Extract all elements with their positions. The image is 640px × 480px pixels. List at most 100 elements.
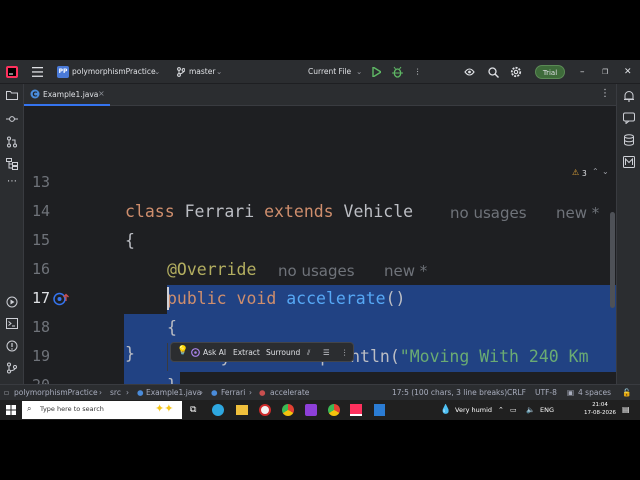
usages-hint[interactable]: no usages: [278, 262, 355, 280]
lightbulb-icon[interactable]: 💡: [177, 346, 188, 356]
method-name: accelerate: [286, 289, 386, 308]
weather-text[interactable]: Very humid: [455, 400, 492, 420]
git-icon[interactable]: [6, 362, 18, 374]
class-icon: ●: [211, 388, 218, 397]
volume-icon[interactable]: 🔈: [526, 400, 535, 420]
more-actions-icon[interactable]: ⋮: [341, 348, 349, 357]
search-icon[interactable]: [488, 67, 499, 78]
chevron-up-icon[interactable]: ⌃: [592, 167, 599, 176]
branch-name: master: [189, 67, 216, 76]
format-icon[interactable]: ☰: [323, 348, 330, 357]
word-icon[interactable]: [374, 404, 385, 416]
close-window-icon[interactable]: ✕: [624, 60, 632, 84]
ask-ai-button[interactable]: Ask AI: [203, 348, 226, 357]
windows-taskbar: ⌕ Type here to search ✦✦ ⧉ 💧 Very humid …: [0, 400, 640, 420]
notification-center-icon[interactable]: ▤: [622, 400, 630, 420]
intellij-taskbar-icon[interactable]: [350, 404, 362, 416]
app-icon[interactable]: [305, 404, 317, 416]
project-badge: PP: [57, 66, 69, 78]
line-number: 15: [31, 231, 50, 249]
author-hint[interactable]: new *: [384, 262, 427, 280]
clock-date: 17-08-2026: [584, 410, 616, 416]
windows-start-icon[interactable]: [6, 405, 16, 415]
method-icon: ●: [259, 388, 266, 397]
intellij-logo-icon[interactable]: [6, 66, 18, 78]
run-icon[interactable]: [372, 67, 381, 77]
edge-browser-icon[interactable]: [212, 404, 224, 416]
ai-assistant-icon[interactable]: [464, 67, 475, 77]
settings-gear-icon[interactable]: [510, 66, 522, 78]
project-folder-icon[interactable]: [6, 90, 18, 100]
indent-setting[interactable]: 4 spaces: [578, 388, 611, 397]
obs-studio-icon[interactable]: [259, 404, 271, 416]
maven-icon[interactable]: [623, 156, 635, 168]
language-indicator[interactable]: ENG: [540, 400, 554, 420]
commit-icon[interactable]: [6, 114, 18, 124]
minimize-icon[interactable]: –: [580, 60, 585, 84]
tab-actions-icon[interactable]: ⋮: [600, 88, 610, 99]
more-tools-icon[interactable]: ⋯: [7, 176, 17, 187]
tab-close-icon[interactable]: ×: [98, 89, 105, 98]
editor-scrollbar[interactable]: [610, 212, 615, 308]
code-line-21: }: [125, 344, 135, 363]
breadcrumb-class[interactable]: Ferrari: [221, 388, 245, 397]
pull-requests-icon[interactable]: [6, 136, 18, 148]
floating-toolbar: 💡 Ask AI Extract Surround ⫽ ☰ ⋮: [170, 342, 354, 362]
ai-chat-icon[interactable]: [623, 112, 635, 124]
structure-icon[interactable]: [6, 158, 18, 170]
problems-icon[interactable]: [6, 340, 18, 352]
extract-button[interactable]: Extract: [233, 348, 260, 357]
chrome-icon[interactable]: [282, 404, 294, 416]
surround-button[interactable]: Surround: [266, 348, 300, 357]
restore-icon[interactable]: ❐: [602, 60, 608, 84]
task-view-icon[interactable]: ⧉: [190, 400, 196, 420]
trial-badge[interactable]: Trial: [535, 65, 565, 79]
line-separator[interactable]: CRLF: [507, 388, 526, 397]
breadcrumb-project[interactable]: polymorphismPractice: [14, 388, 98, 397]
line-number: 19: [31, 347, 50, 365]
author-hint[interactable]: new *: [556, 204, 599, 222]
title-bar: PP polymorphismPractice ⌄ master ⌄ Curre…: [0, 60, 640, 84]
main-menu-icon[interactable]: [32, 67, 43, 77]
breadcrumb-method[interactable]: accelerate: [270, 388, 309, 397]
file-encoding[interactable]: UTF-8: [535, 388, 557, 397]
run-config-label: Current File: [308, 67, 352, 76]
debug-icon[interactable]: [392, 66, 403, 78]
chrome-icon[interactable]: [328, 404, 340, 416]
caret-position[interactable]: 17:5 (100 chars, 3 line breaks): [392, 388, 507, 397]
breadcrumb-src[interactable]: src: [110, 388, 121, 397]
clock-time: 21:04: [592, 402, 608, 408]
usages-hint[interactable]: no usages: [450, 204, 527, 222]
code-line-14: class Ferrari extends Vehicle: [125, 202, 413, 221]
project-widget[interactable]: PP polymorphismPractice ⌄: [56, 60, 166, 84]
svg-text:C: C: [32, 91, 37, 99]
run-tool-icon[interactable]: [6, 296, 18, 308]
class-name: Ferrari: [174, 202, 265, 221]
vcs-branch-widget[interactable]: master ⌄: [177, 60, 227, 84]
search-icon: ⌕: [27, 404, 32, 413]
breadcrumb-file[interactable]: Example1.java: [146, 388, 201, 397]
run-config-dropdown[interactable]: Current File ⌄: [308, 60, 364, 84]
clock[interactable]: 21:04 17-08-2026: [583, 401, 617, 419]
notifications-icon[interactable]: [623, 90, 635, 102]
chevron-down-icon[interactable]: ⌄: [602, 167, 609, 176]
inspection-widget[interactable]: ⚠ 3 ⌃ ⌄: [572, 167, 612, 182]
comment-icon[interactable]: ⫽: [307, 348, 310, 358]
code-line-15: {: [125, 231, 135, 250]
terminal-icon[interactable]: [6, 318, 18, 329]
tab-example1-java[interactable]: C Example1.java ×: [24, 84, 110, 106]
line-number: 20: [24, 376, 50, 384]
left-tool-strip: ⋯: [0, 84, 24, 384]
database-icon[interactable]: [623, 134, 635, 146]
taskbar-search-box[interactable]: ⌕ Type here to search ✦✦: [22, 401, 182, 419]
ai-sparkle-icon: [191, 348, 200, 357]
file-explorer-icon[interactable]: [236, 405, 248, 415]
readonly-lock-icon[interactable]: 🔓: [622, 388, 631, 397]
network-icon[interactable]: ▭: [510, 400, 517, 420]
override-method-icon[interactable]: [53, 292, 71, 306]
more-actions-icon[interactable]: ⋮: [414, 60, 422, 84]
tray-chevron-icon[interactable]: ⌃: [498, 400, 504, 420]
line-number: 13: [31, 173, 50, 191]
gutter: 13 14 15 16 17 18 19 20 21: [24, 106, 124, 384]
branch-icon: [177, 67, 185, 77]
